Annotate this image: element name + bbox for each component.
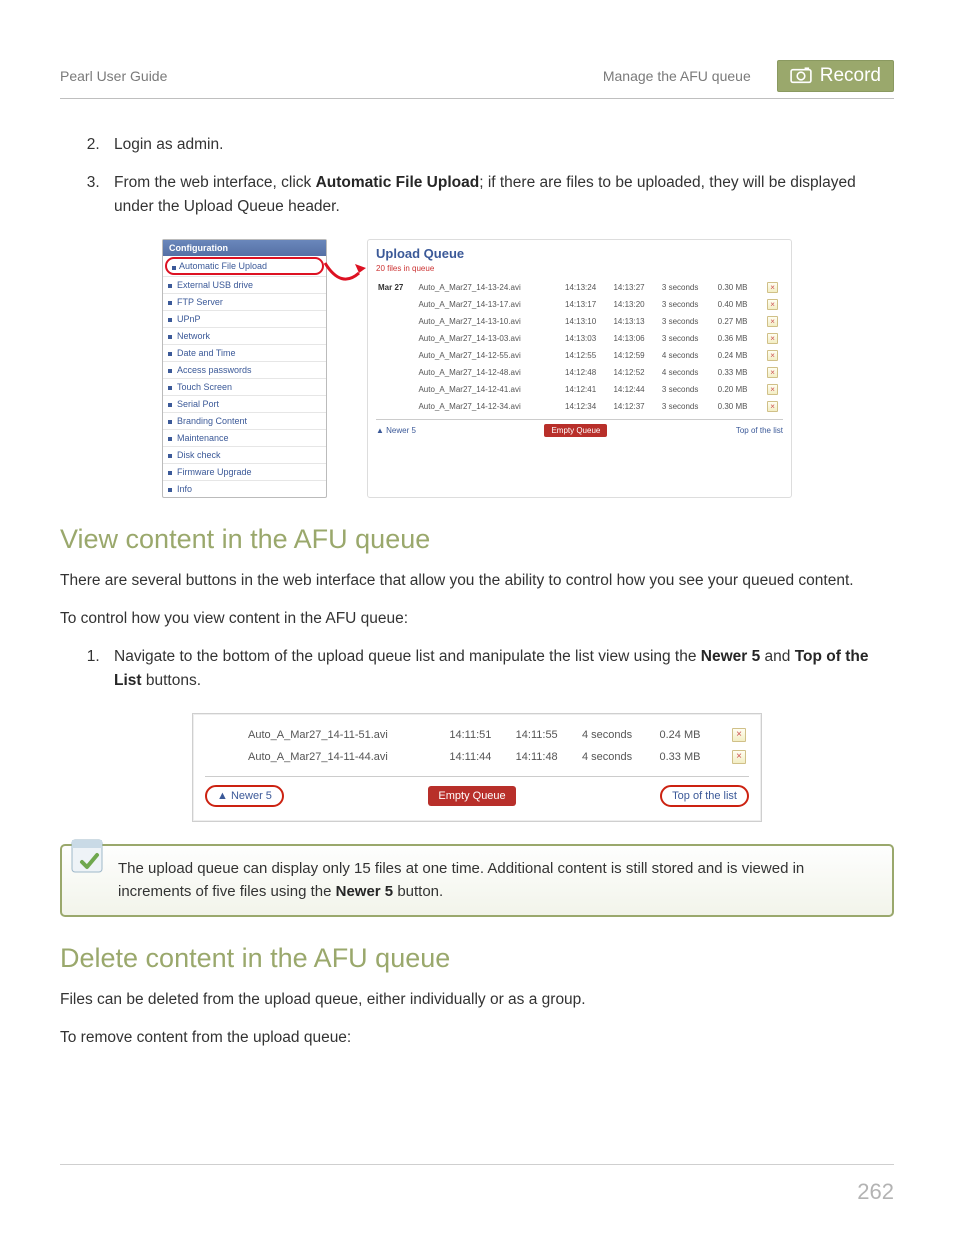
sidebar-item[interactable]: Access passwords [163,361,326,378]
sidebar-item[interactable]: Touch Screen [163,378,326,395]
delete-row-button[interactable]: × [767,401,778,412]
sidebar-item[interactable]: Firmware Upgrade [163,463,326,480]
sidebar-item[interactable]: Serial Port [163,395,326,412]
top-of-list-link[interactable]: Top of the list [736,426,783,435]
table-row: Auto_A_Mar27_14-13-17.avi14:13:1714:13:2… [376,296,783,313]
sidebar-item[interactable]: Network [163,327,326,344]
table-row: Auto_A_Mar27_14-12-48.avi14:12:4814:12:5… [376,364,783,381]
table-row: Auto_A_Mar27_14-13-03.avi14:13:0314:13:0… [376,330,783,347]
delete-row-button[interactable]: × [767,384,778,395]
empty-queue-button[interactable]: Empty Queue [428,786,515,806]
para-del-2: To remove content from the upload queue: [60,1026,894,1050]
sidebar-item[interactable]: Disk check [163,446,326,463]
callout-arrow [327,239,367,498]
record-badge: Record [777,60,894,92]
table-row: Auto_A_Mar27_14-12-41.avi14:12:4114:12:4… [376,381,783,398]
badge-label: Record [820,65,881,87]
sidebar-item[interactable]: External USB drive [163,276,326,293]
para-view-1: There are several buttons in the web int… [60,569,894,593]
upload-queue-panel: Upload Queue 20 files in queue Mar 27Aut… [367,239,792,498]
info-callout: The upload queue can display only 15 fil… [60,844,894,917]
table-row: Auto_A_Mar27_14-13-10.avi14:13:1014:13:1… [376,313,783,330]
newer-5-button-highlighted[interactable]: ▲ Newer 5 [205,785,284,807]
delete-row-button[interactable]: × [767,316,778,327]
newer-5-link[interactable]: ▲ Newer 5 [376,426,416,435]
header-left: Pearl User Guide [60,68,167,84]
sidebar-item[interactable]: Automatic File Upload [165,257,324,275]
callout-text: The upload queue can display only 15 fil… [118,860,804,900]
delete-row-button[interactable]: × [767,367,778,378]
delete-row-button[interactable]: × [732,728,746,742]
footer-rule [60,1164,894,1165]
steps-view: Navigate to the bottom of the upload que… [104,645,894,693]
heading-delete-content: Delete content in the AFU queue [60,943,894,974]
queue-bottom-table: Auto_A_Mar27_14-11-51.avi14:11:5114:11:5… [205,724,749,768]
table-row: Mar 27Auto_A_Mar27_14-13-24.avi14:13:241… [376,279,783,296]
note-icon [68,836,110,878]
delete-row-button[interactable]: × [767,299,778,310]
step-item: Login as admin. [104,133,894,157]
delete-row-button[interactable]: × [767,350,778,361]
sidebar-header: Configuration [163,240,326,256]
para-view-2: To control how you view content in the A… [60,607,894,631]
header-center: Manage the AFU queue [603,68,751,84]
table-row: Auto_A_Mar27_14-11-44.avi14:11:4414:11:4… [205,746,749,768]
empty-queue-button[interactable]: Empty Queue [544,424,607,437]
sidebar-item[interactable]: Maintenance [163,429,326,446]
delete-row-button[interactable]: × [767,282,778,293]
config-sidebar: Configuration Automatic File UploadExter… [162,239,327,498]
figure-queue-bottom: Auto_A_Mar27_14-11-51.avi14:11:5114:11:5… [192,713,762,822]
step-item: From the web interface, click Automatic … [104,171,894,219]
steps-top: Login as admin. From the web interface, c… [104,133,894,219]
sidebar-item[interactable]: FTP Server [163,293,326,310]
page-header: Pearl User Guide Manage the AFU queue Re… [60,60,894,99]
para-del-1: Files can be deleted from the upload que… [60,988,894,1012]
sidebar-item[interactable]: Date and Time [163,344,326,361]
table-row: Auto_A_Mar27_14-12-34.avi14:12:3414:12:3… [376,398,783,415]
sidebar-item[interactable]: UPnP [163,310,326,327]
camera-icon [790,67,812,85]
table-row: Auto_A_Mar27_14-11-51.avi14:11:5114:11:5… [205,724,749,746]
figure-upload-queue-full: Configuration Automatic File UploadExter… [162,239,792,498]
top-of-list-button-highlighted[interactable]: Top of the list [660,785,749,807]
heading-view-content: View content in the AFU queue [60,524,894,555]
queue-title: Upload Queue [376,246,783,261]
sidebar-item[interactable]: Info [163,480,326,497]
sidebar-item[interactable]: Branding Content [163,412,326,429]
delete-row-button[interactable]: × [767,333,778,344]
step-item: Navigate to the bottom of the upload que… [104,645,894,693]
page-number: 262 [857,1179,894,1205]
queue-table: Mar 27Auto_A_Mar27_14-13-24.avi14:13:241… [376,279,783,415]
queue-count: 20 files in queue [376,264,783,273]
table-row: Auto_A_Mar27_14-12-55.avi14:12:5514:12:5… [376,347,783,364]
delete-row-button[interactable]: × [732,750,746,764]
